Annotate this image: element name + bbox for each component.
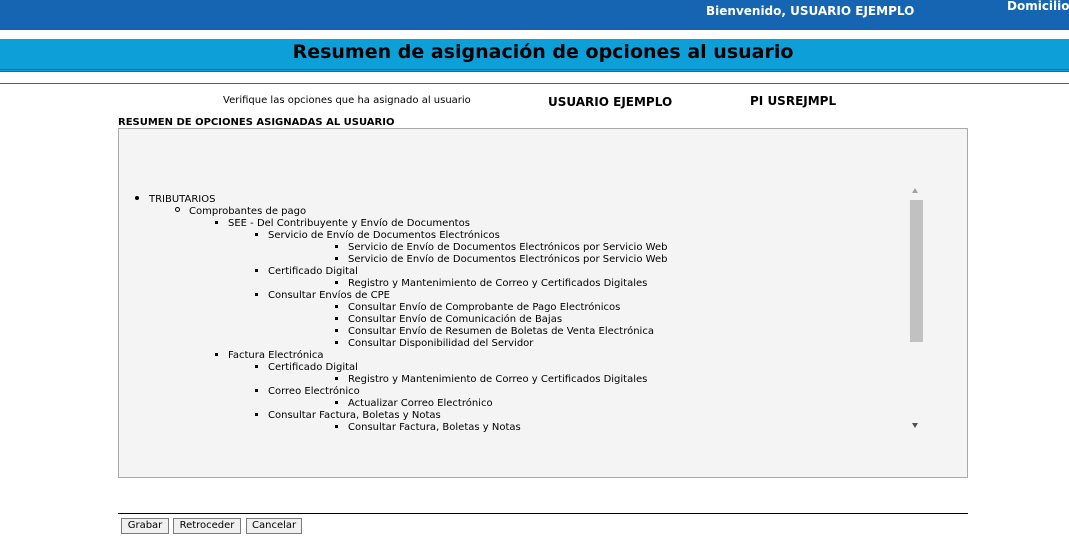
list-bullet-icon (335, 257, 338, 260)
welcome-text: Bienvenido, USUARIO EJEMPLO (706, 4, 915, 18)
tree-item-label: Consultar Envío de Comunicación de Bajas (348, 314, 563, 325)
tree-item-label: Servicio de Envío de Documentos Electrón… (348, 254, 668, 265)
domicilio-label: Domicilio: (1007, 0, 1069, 13)
user-name: USUARIO EJEMPLO (548, 95, 673, 109)
tree-item-label: Consultar Envío de Comprobante de Pago E… (348, 302, 621, 313)
list-bullet-icon (255, 365, 258, 368)
tree-item-label: Consultar Factura, Boletas y Notas (268, 410, 441, 421)
tree-item: SEE - Del Contribuyente y Envío de Docum… (215, 218, 470, 230)
tree-item: Certificado Digital (255, 362, 358, 374)
list-bullet-icon (255, 233, 258, 236)
tree-item-label: Certificado Digital (268, 362, 358, 373)
list-bullet-icon (255, 269, 258, 272)
tree-item: Consultar Factura, Boletas y Notas (335, 422, 521, 433)
list-bullet-icon (255, 389, 258, 392)
tree-item: Correo Electrónico (255, 386, 360, 398)
user-code: PI USREJMPL (750, 94, 837, 108)
tree-scrollbar[interactable] (910, 185, 923, 433)
tree-item-label: Factura Electrónica (228, 350, 324, 361)
tree-item: Consultar Factura, Boletas y Notas (255, 410, 441, 422)
tree-item-label: Correo Electrónico (268, 386, 360, 397)
tree-item: Actualizar Correo Electrónico (335, 398, 493, 410)
options-tree: TRIBUTARIOS Comprobantes de pago SEE - Del… (119, 185, 909, 433)
tree-item-label: Consultar Envío de Resumen de Boletas de… (348, 326, 654, 337)
tree-item: Registro y Mantenimiento de Correo y Cer… (335, 374, 647, 386)
tree-item: Comprobantes de pago (175, 206, 306, 218)
section-title: RESUMEN DE OPCIONES ASIGNADAS AL USUARIO (118, 117, 395, 128)
options-summary-panel: TRIBUTARIOS Comprobantes de pago SEE - Del… (118, 128, 968, 478)
tree-item: Consultar Envío de Resumen de Boletas de… (335, 326, 654, 338)
scroll-thumb[interactable] (910, 200, 923, 342)
list-bullet-icon (175, 207, 180, 212)
top-header-bar: Bienvenido, USUARIO EJEMPLO Domicilio: (0, 0, 1069, 30)
tree-item: Consultar Envío de Comunicación de Bajas (335, 314, 562, 326)
list-bullet-icon (335, 341, 338, 344)
list-bullet-icon (335, 245, 338, 248)
tree-item-label: Registro y Mantenimiento de Correo y Cer… (348, 278, 648, 289)
list-bullet-icon (215, 221, 218, 224)
list-bullet-icon (335, 401, 338, 404)
tree-item: Consultar Envíos de CPE (255, 290, 390, 302)
tree-item: Registro y Mantenimiento de Correo y Cer… (335, 278, 647, 290)
tree-item: Consultar Disponibilidad del Servidor (335, 338, 533, 350)
tree-item-label: Registro y Mantenimiento de Correo y Cer… (348, 374, 648, 385)
tree-item: TRIBUTARIOS (135, 194, 215, 206)
list-bullet-icon (335, 377, 338, 380)
tree-item: Servicio de Envío de Documentos Electrón… (335, 242, 667, 254)
tree-item: Servicio de Envío de Documentos Electrón… (255, 230, 500, 242)
footer-divider (118, 513, 968, 514)
tree-item: Consultar Envío de Comprobante de Pago E… (335, 302, 620, 314)
tree-item-label: TRIBUTARIOS (149, 194, 216, 205)
list-bullet-icon (255, 413, 258, 416)
tree-item-label: Servicio de Envío de Documentos Electrón… (348, 242, 668, 253)
tree-item: Factura Electrónica (215, 350, 324, 362)
list-bullet-icon (335, 305, 338, 308)
tree-item: Servicio de Envío de Documentos Electrón… (335, 254, 667, 266)
back-button[interactable]: Retroceder (173, 518, 241, 534)
verify-instruction: Verifique las opciones que ha asignado a… (223, 95, 471, 106)
header-divider (0, 83, 1069, 84)
list-bullet-icon (335, 317, 338, 320)
tree-item-label: Certificado Digital (268, 266, 358, 277)
list-bullet-icon (135, 196, 139, 200)
tree-item-label: SEE - Del Contribuyente y Envío de Docum… (228, 218, 470, 229)
tree-item-label: Comprobantes de pago (189, 206, 307, 217)
tree-item-label: Actualizar Correo Electrónico (348, 398, 493, 409)
list-bullet-icon (255, 293, 258, 296)
page-title: Resumen de asignación de opciones al usu… (292, 41, 794, 63)
cancel-button[interactable]: Cancelar (246, 518, 302, 534)
list-bullet-icon (335, 281, 338, 284)
tree-item: Certificado Digital (255, 266, 358, 278)
save-button[interactable]: Grabar (121, 518, 169, 534)
tree-item-label: Consultar Disponibilidad del Servidor (348, 338, 534, 349)
scroll-up-arrow-icon[interactable] (912, 188, 918, 193)
list-bullet-icon (335, 329, 338, 332)
tree-item-label: Consultar Factura, Boletas y Notas (348, 422, 521, 433)
tree-item-label: Consultar Envíos de CPE (268, 290, 390, 301)
scroll-down-arrow-icon[interactable] (912, 423, 918, 428)
list-bullet-icon (335, 425, 338, 428)
list-bullet-icon (215, 353, 218, 356)
tree-item-label: Servicio de Envío de Documentos Electrón… (268, 230, 500, 241)
